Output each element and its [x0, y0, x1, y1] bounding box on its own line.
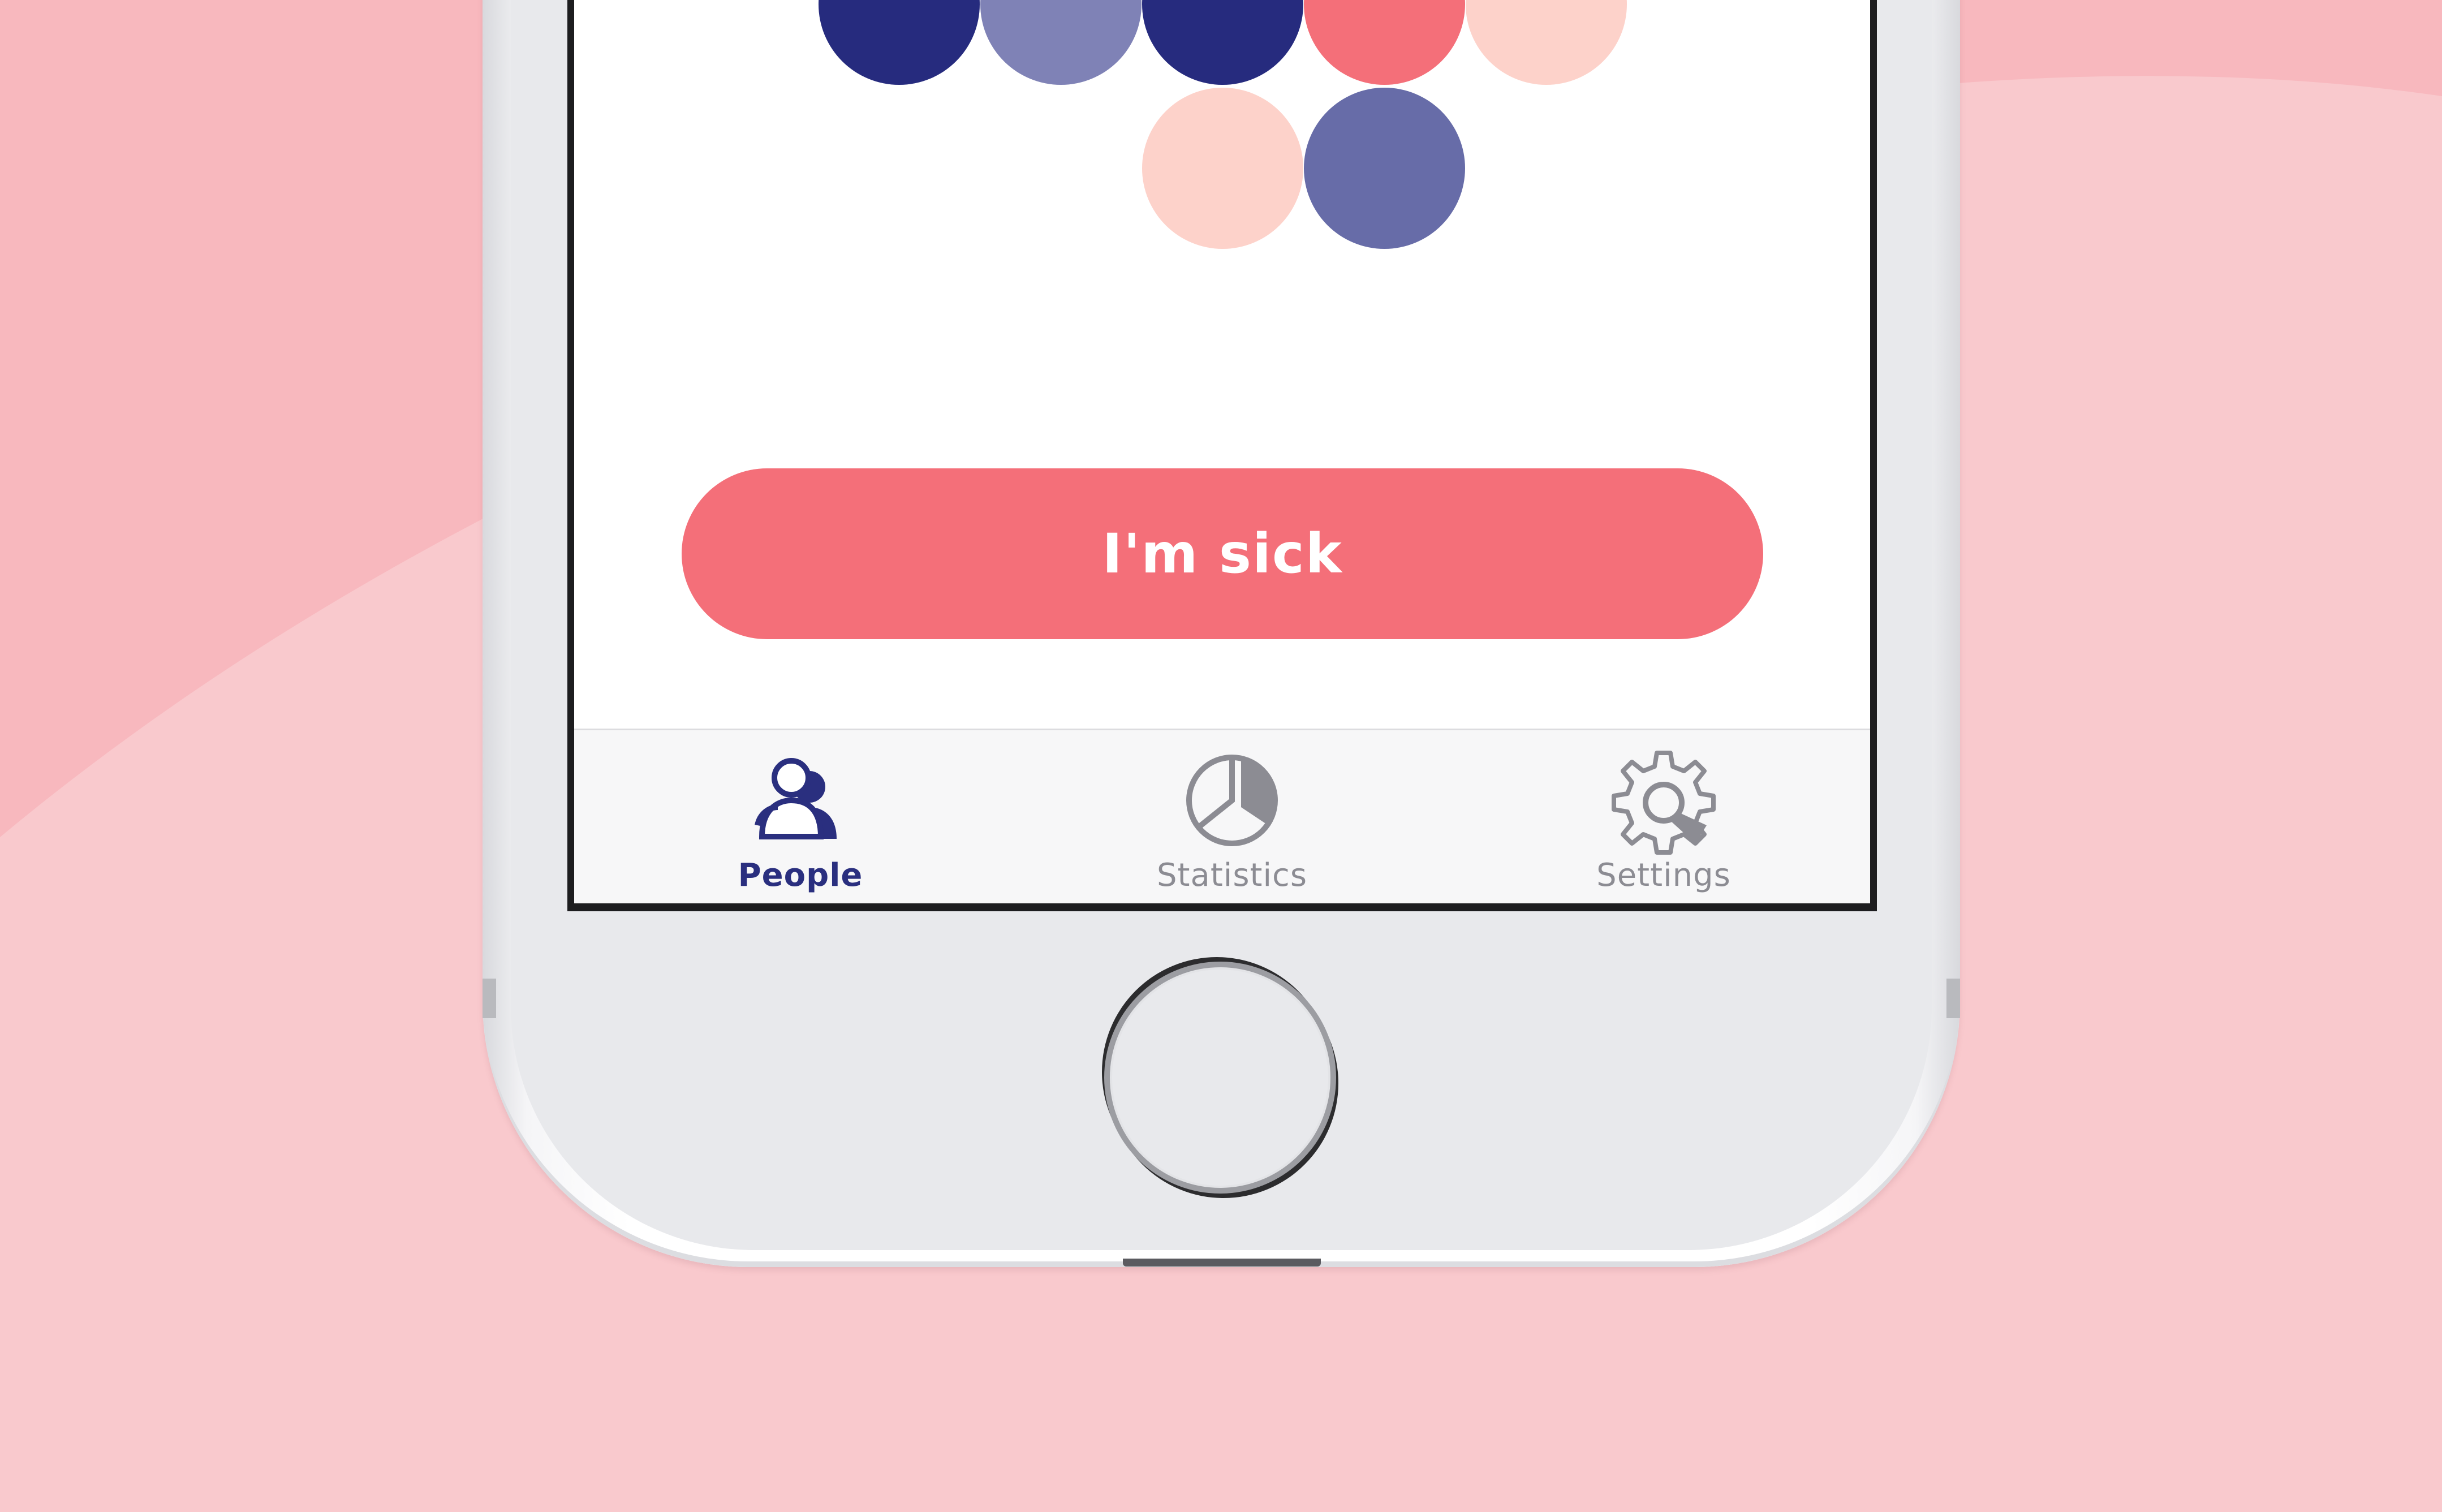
person-dot-lavender[interactable]: [980, 0, 1142, 85]
antenna-band-left: [483, 979, 496, 1018]
tab-bar: People Statistics Settings: [574, 729, 1870, 903]
person-dot-peach[interactable]: [1142, 88, 1303, 249]
gear-icon: [1612, 751, 1716, 855]
person-dot-coral[interactable]: [1304, 0, 1465, 85]
pie-chart-icon: [1186, 755, 1278, 846]
tab-statistics-label: Statistics: [1157, 857, 1307, 894]
tab-people[interactable]: People: [682, 742, 919, 903]
person-dot-navy[interactable]: [819, 0, 980, 85]
tab-people-label: People: [738, 857, 863, 894]
tab-settings-label: Settings: [1596, 857, 1731, 894]
person-dot-peach[interactable]: [1466, 0, 1627, 85]
tab-settings[interactable]: Settings: [1545, 742, 1782, 903]
person-dot-slate[interactable]: [1304, 88, 1465, 249]
antenna-band-right: [1946, 979, 1960, 1018]
app-screen: I'm sick People Statistics Settings: [574, 0, 1870, 903]
lightning-port: [1123, 1259, 1321, 1267]
people-icon: [755, 758, 837, 839]
tab-statistics[interactable]: Statistics: [1113, 742, 1351, 903]
im-sick-button[interactable]: I'm sick: [682, 468, 1763, 639]
home-button[interactable]: [1104, 962, 1336, 1194]
person-dot-navy[interactable]: [1142, 0, 1303, 85]
phone-screen: I'm sick People Statistics Settings: [567, 0, 1877, 911]
